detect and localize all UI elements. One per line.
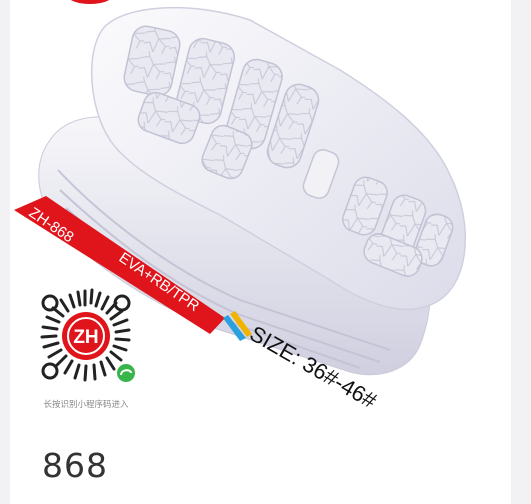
qr-hint-text: 长按识别小程序码进入 — [43, 399, 129, 410]
product-caption: 868 — [42, 446, 108, 485]
mini-program-icon — [117, 364, 135, 382]
product-card[interactable]: ZH-868 EVA+RB/TPR SIZE: 36#-46# ZH 长按识别小… — [10, 0, 511, 504]
shoe-sole-image: ZH-868 EVA+RB/TPR SIZE: 36#-46# ZH 长按识别小… — [14, 0, 466, 414]
brand-logo-letters: ZH — [73, 327, 98, 348]
product-photo: ZH-868 EVA+RB/TPR SIZE: 36#-46# ZH 长按识别小… — [10, 0, 511, 420]
brand-mark-fragment — [70, 0, 110, 4]
mini-program-code[interactable]: ZH 长按识别小程序码进入 — [40, 288, 135, 410]
